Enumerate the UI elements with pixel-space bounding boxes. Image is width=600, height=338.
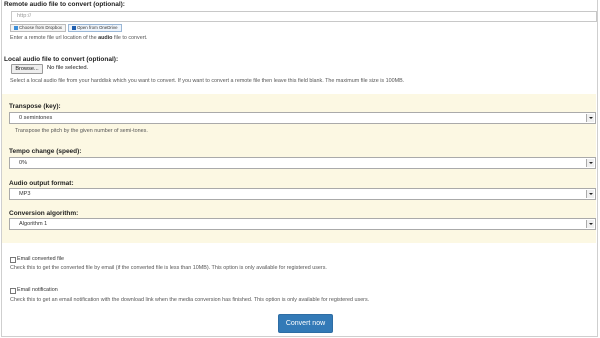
dropbox-button[interactable]: Choose from Dropbox [10,24,66,32]
transpose-value: 0 semintones [19,115,53,121]
local-help-text: Select a local audio file from your hard… [10,78,405,84]
email-notification-checkbox[interactable] [10,288,16,294]
remote-file-label: Remote audio file to convert (optional): [4,1,125,8]
local-file-label: Local audio file to convert (optional): [4,56,119,63]
email-notification-label: Email notification [17,287,58,293]
tempo-select[interactable]: 0% [9,157,596,169]
algorithm-select[interactable]: Algorithm 1 [9,218,596,230]
algorithm-label: Conversion algorithm: [9,210,79,217]
format-value: MP3 [19,191,31,197]
remote-url-placeholder: http:// [17,13,31,19]
onedrive-button[interactable]: Open from OneDrive [68,24,122,32]
transpose-help-text: Transpose the pitch by the given number … [15,128,148,134]
tempo-label: Tempo change (speed): [9,148,82,155]
remote-help-pre: Enter a remote file url location of the [10,35,99,41]
transpose-select[interactable]: 0 semintones [9,112,596,124]
email-notification-help: Check this to get an email notification … [10,297,370,303]
remote-help-bold: audio [98,35,113,41]
format-select[interactable]: MP3 [9,188,596,200]
chevron-down-icon [586,190,594,198]
email-converted-help: Check this to get the converted file by … [10,265,327,271]
chevron-down-icon [586,114,594,122]
chevron-down-icon [586,159,594,167]
onedrive-icon [72,25,76,30]
file-status: No file selected. [47,65,89,71]
convert-now-button[interactable]: Convert now [278,314,333,333]
remote-help-text: Enter a remote file url location of the … [10,35,148,41]
format-label: Audio output format: [9,180,74,187]
onedrive-button-label: Open from OneDrive [77,25,118,30]
email-converted-label: Email converted file [17,256,65,262]
email-converted-checkbox[interactable] [10,257,16,263]
dropbox-icon [14,25,18,30]
remote-url-input[interactable]: http:// [11,11,597,22]
chevron-down-icon [586,220,594,228]
remote-help-post: file to convert. [112,35,148,41]
browse-button[interactable]: Browse... [11,64,43,74]
dropbox-button-label: Choose from Dropbox [19,25,62,30]
tempo-value: 0% [19,160,28,166]
algorithm-value: Algorithm 1 [19,221,48,227]
transpose-label: Transpose (key): [9,103,61,110]
